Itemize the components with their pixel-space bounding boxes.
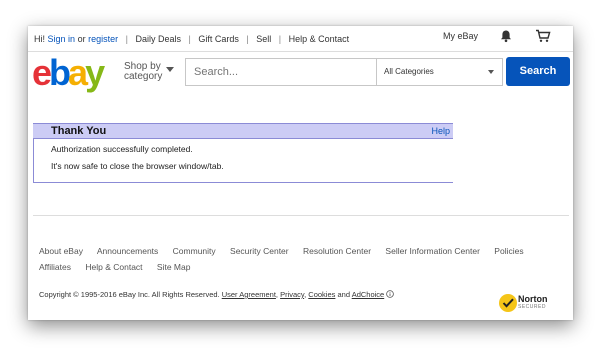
footer-link-resolution-center[interactable]: Resolution Center <box>303 246 371 256</box>
sell-link[interactable]: Sell <box>256 34 271 44</box>
gift-cards-link[interactable]: Gift Cards <box>198 34 239 44</box>
thank-you-header: Thank You Help <box>33 123 453 139</box>
footer-link-help-contact[interactable]: Help & Contact <box>85 262 142 272</box>
close-window-message: It's now safe to close the browser windo… <box>51 161 224 171</box>
norton-secured-label: SECURED <box>518 304 546 310</box>
user-agreement-link[interactable]: User Agreement <box>222 290 276 299</box>
search-box: All Categories <box>185 58 503 86</box>
browser-window: Hi! Sign in or register | Daily Deals | … <box>28 26 573 320</box>
ebay-logo[interactable]: ebay <box>32 55 105 91</box>
footer-link-site-map[interactable]: Site Map <box>157 262 191 272</box>
footer-link-policies[interactable]: Policies <box>494 246 523 256</box>
footer-link-about[interactable]: About eBay <box>39 246 83 256</box>
cart-icon[interactable] <box>535 29 551 43</box>
separator: | <box>188 34 191 44</box>
chevron-down-icon <box>488 70 494 74</box>
category-label: category <box>124 71 163 82</box>
logo-letter-b: b <box>49 52 71 93</box>
top-bar: Hi! Sign in or register | Daily Deals | … <box>28 26 573 52</box>
bell-icon[interactable] <box>499 29 513 43</box>
divider <box>376 59 377 85</box>
footer-link-affiliates[interactable]: Affiliates <box>39 262 71 272</box>
header: ebay Shop by category All Categories Sea… <box>28 52 573 94</box>
cookies-link[interactable]: Cookies <box>308 290 335 299</box>
category-select[interactable]: All Categories <box>384 67 434 76</box>
thank-you-body: Authorization successfully completed. It… <box>33 139 453 183</box>
my-ebay-link[interactable]: My eBay <box>443 31 478 41</box>
footer-link-community[interactable]: Community <box>173 246 216 256</box>
adchoice-link[interactable]: AdChoice <box>352 290 385 299</box>
shop-by-category-button[interactable]: Shop by category <box>124 62 174 82</box>
logo-letter-a: a <box>68 52 88 93</box>
logo-letter-y: y <box>85 52 105 93</box>
privacy-link[interactable]: Privacy <box>280 290 304 299</box>
separator: | <box>278 34 282 44</box>
info-icon[interactable] <box>386 290 395 299</box>
greeting-text: Hi! <box>34 34 45 44</box>
daily-deals-link[interactable]: Daily Deals <box>135 34 181 44</box>
search-input[interactable] <box>186 59 376 85</box>
copyright-text: Copyright © 1995-2016 eBay Inc. All Righ… <box>39 290 220 299</box>
norton-label: Norton <box>518 294 548 304</box>
copyright: Copyright © 1995-2016 eBay Inc. All Righ… <box>39 290 395 299</box>
help-link[interactable]: Help <box>431 126 450 136</box>
footer-link-security-center[interactable]: Security Center <box>230 246 289 256</box>
footer-link-announcements[interactable]: Announcements <box>97 246 158 256</box>
footer-link-seller-information-center[interactable]: Seller Information Center <box>385 246 480 256</box>
separator: | <box>125 34 128 44</box>
separator: | <box>246 34 249 44</box>
search-button[interactable]: Search <box>506 57 570 86</box>
divider <box>33 215 569 216</box>
and-text: and <box>337 290 351 299</box>
chevron-down-icon <box>166 67 174 72</box>
norton-secured-badge[interactable]: Norton SECURED <box>498 292 558 314</box>
footer-links: About eBay Announcements Community Secur… <box>39 243 559 275</box>
topbar-left: Hi! Sign in or register | Daily Deals | … <box>34 34 349 44</box>
authorization-message: Authorization successfully completed. <box>51 144 193 154</box>
logo-letter-e: e <box>32 52 52 93</box>
page-title: Thank You <box>51 125 107 137</box>
help-contact-link[interactable]: Help & Contact <box>289 34 350 44</box>
or-text: or <box>77 34 86 44</box>
register-link[interactable]: register <box>88 34 118 44</box>
sign-in-link[interactable]: Sign in <box>48 34 76 44</box>
